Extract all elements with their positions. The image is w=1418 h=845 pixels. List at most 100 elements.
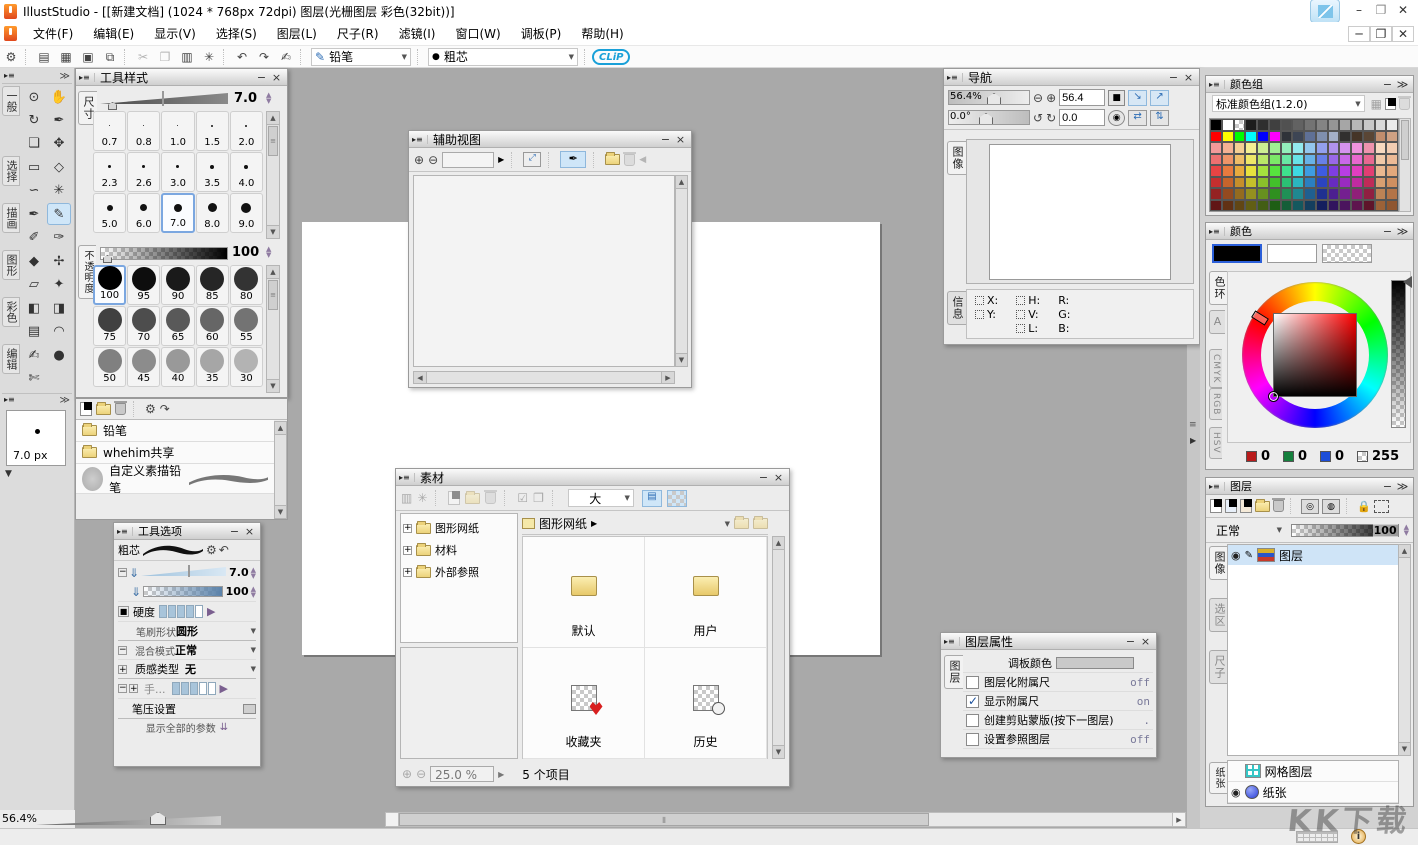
color-tab-RGB[interactable]: RGB <box>1209 388 1222 420</box>
layer-props-tab[interactable]: 图层 <box>944 655 963 689</box>
close-panel-icon[interactable]: × <box>1138 635 1153 648</box>
pen-pressure-label[interactable]: 笔压设置 <box>132 701 176 717</box>
swatch-0-10[interactable] <box>1328 119 1340 131</box>
swatch-7-11[interactable] <box>1339 200 1351 212</box>
brush-tool[interactable]: ✑ <box>47 226 71 248</box>
aux-view-titlebar[interactable]: ▸≡ 辅助视图 − × <box>409 131 691 148</box>
menu-item-5[interactable]: 尺子(R) <box>327 22 389 45</box>
dock-menu-icon[interactable]: ▸≡ <box>4 71 20 82</box>
save-button-icon[interactable]: ▣ <box>78 48 98 66</box>
size-cell-3.0[interactable]: 3.0 <box>161 152 194 192</box>
menu-item-4[interactable]: 图层(L) <box>267 22 327 45</box>
swatch-7-10[interactable] <box>1328 200 1340 212</box>
size-cell-2.3[interactable]: 2.3 <box>93 152 126 192</box>
new-colorset-icon[interactable] <box>1385 98 1396 110</box>
swatch-6-2[interactable] <box>1234 188 1246 200</box>
swatch-6-10[interactable] <box>1328 188 1340 200</box>
blend-value[interactable]: 正常 <box>175 642 197 658</box>
opacity-scrollbar[interactable]: ▲≡▼ <box>266 265 280 393</box>
swatch-6-13[interactable] <box>1363 188 1375 200</box>
scroll-right-arrow[interactable]: ▶ <box>1172 813 1185 826</box>
pen-settings-button-icon[interactable]: ✍ <box>276 48 296 66</box>
swatch-1-0[interactable] <box>1210 131 1222 143</box>
swatch-6-3[interactable] <box>1245 188 1257 200</box>
doc-h-scrollbar[interactable]: ⦀ ▶ <box>385 812 1186 827</box>
tree-collapse-icon[interactable]: − <box>118 684 127 693</box>
layer-props-titlebar[interactable]: ▸≡ 图层属性 − × <box>941 633 1156 650</box>
swatch-0-5[interactable] <box>1269 119 1281 131</box>
prop-checkbox[interactable] <box>966 676 979 689</box>
swatch-3-4[interactable] <box>1257 154 1269 166</box>
scroll-thumb[interactable]: ⦀ <box>399 813 929 826</box>
menu-item-9[interactable]: 帮助(H) <box>571 22 633 45</box>
swatch-5-10[interactable] <box>1328 177 1340 189</box>
swatch-2-15[interactable] <box>1386 142 1398 154</box>
eraser-tool[interactable]: ▱ <box>22 273 46 295</box>
minimize-panel-icon[interactable]: − <box>1166 71 1181 84</box>
delete-layer-icon[interactable] <box>1273 500 1284 512</box>
swatch-6-0[interactable] <box>1210 188 1222 200</box>
paper-row-0[interactable]: ◉网格图层 <box>1228 761 1398 782</box>
color-group-titlebar[interactable]: ▸≡ 颜色组 − ≫ <box>1206 76 1413 93</box>
marker-tool[interactable]: ✐ <box>22 226 46 248</box>
doc-minimize-button[interactable]: ─ <box>1348 26 1370 42</box>
tool-style-titlebar[interactable]: ▸≡ 工具样式 − × <box>76 69 287 86</box>
panel-menu-icon[interactable]: ▸≡ <box>944 637 960 646</box>
swatch-7-9[interactable] <box>1316 200 1328 212</box>
size-cell-9.0[interactable]: 9.0 <box>230 193 263 233</box>
materials-tree-item-1[interactable]: +材料 <box>403 539 515 561</box>
size-slider[interactable] <box>100 93 228 106</box>
close-panel-icon[interactable]: × <box>1181 71 1196 84</box>
minimize-button[interactable]: – <box>1348 3 1370 19</box>
tree-expand-icon[interactable]: + <box>118 665 127 674</box>
minimize-panel-icon[interactable]: − <box>1380 480 1395 493</box>
new-layer-icon[interactable] <box>1210 499 1222 513</box>
wrench-icon[interactable]: ⚙ <box>206 543 217 557</box>
swatch-5-0[interactable] <box>1210 177 1222 189</box>
layer-select-tool[interactable]: ❏ <box>22 132 46 154</box>
tool-combo[interactable]: ✎ 铅笔▼ <box>311 48 411 66</box>
swatch-0-9[interactable] <box>1316 119 1328 131</box>
close-panel-icon[interactable]: × <box>673 133 688 146</box>
panel-menu-icon[interactable]: ▸≡ <box>79 73 95 82</box>
swatch-3-8[interactable] <box>1304 154 1316 166</box>
zoom-in-icon[interactable]: ⊕ <box>1046 91 1056 105</box>
size-cell-5.0[interactable]: 5.0 <box>93 193 126 233</box>
hand-more-icon[interactable]: ▶ <box>220 682 228 695</box>
hardness-segments[interactable] <box>159 605 203 618</box>
close-button[interactable]: ✕ <box>1392 3 1414 19</box>
swatch-5-11[interactable] <box>1339 177 1351 189</box>
close-panel-icon[interactable]: × <box>771 471 786 484</box>
swatch-4-3[interactable] <box>1245 165 1257 177</box>
preview-menu-icon[interactable]: ▸≡ <box>4 395 20 406</box>
swatch-5-6[interactable] <box>1281 177 1293 189</box>
swatch-1-3[interactable] <box>1245 131 1257 143</box>
rotate-view-tool[interactable]: ↻ <box>22 109 46 131</box>
fit-window-icon[interactable]: ↘ <box>1128 90 1147 106</box>
menu-item-1[interactable]: 编辑(E) <box>83 22 144 45</box>
tree-expand-icon[interactable]: + <box>129 684 138 693</box>
swatch-2-6[interactable] <box>1281 142 1293 154</box>
fill-close-tool[interactable]: ◨ <box>47 297 71 319</box>
swatch-2-4[interactable] <box>1257 142 1269 154</box>
swatch-2-10[interactable] <box>1328 142 1340 154</box>
swatch-2-11[interactable] <box>1339 142 1351 154</box>
swatch-2-1[interactable] <box>1222 142 1234 154</box>
swatch-2-14[interactable] <box>1375 142 1387 154</box>
panel-menu-icon[interactable]: ▸≡ <box>117 527 133 536</box>
hand-tool[interactable]: ✋ <box>47 86 71 108</box>
new-layer-folder-icon[interactable] <box>1255 501 1270 512</box>
hardness-more-icon[interactable]: ▶ <box>207 605 215 618</box>
doc-close-button[interactable]: ✕ <box>1392 26 1414 42</box>
size-cell-2.6[interactable]: 2.6 <box>127 152 160 192</box>
swatch-6-7[interactable] <box>1292 188 1304 200</box>
swatch-7-14[interactable] <box>1375 200 1387 212</box>
color-set-combo[interactable]: 标准颜色组(1.2.0)▼ <box>1212 95 1365 112</box>
layers-titlebar[interactable]: ▸≡ 图层 − ≫ <box>1206 478 1413 495</box>
minimize-panel-icon[interactable]: − <box>1380 225 1395 238</box>
swatch-5-13[interactable] <box>1363 177 1375 189</box>
zoom-in-icon[interactable]: ⊕ <box>414 153 424 167</box>
swatch-1-12[interactable] <box>1351 131 1363 143</box>
swatch-7-8[interactable] <box>1304 200 1316 212</box>
minimize-panel-icon[interactable]: − <box>1380 78 1395 91</box>
